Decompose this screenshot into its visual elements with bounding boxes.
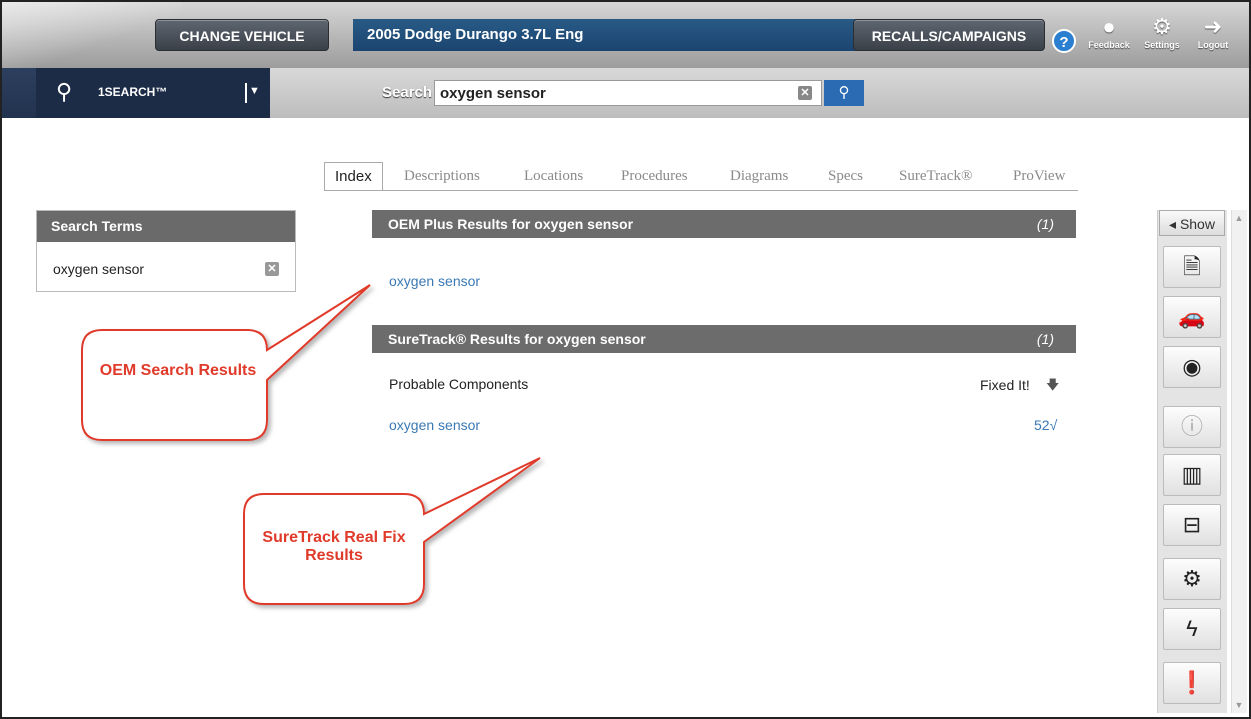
divider	[245, 83, 247, 103]
suretrack-result-link[interactable]: oxygen sensor	[389, 417, 480, 433]
search-terms-panel: Search Terms oxygen sensor ✕	[36, 210, 296, 292]
chat-bubble-icon: ●	[1102, 14, 1116, 39]
onesearch-selector[interactable]: ⚲ 1SEARCH™ ▼	[36, 68, 270, 118]
suretrack-results-title: SureTrack® Results for oxygen sensor	[388, 331, 646, 347]
help-button[interactable]: ?	[1052, 29, 1076, 53]
logout-icon: ➜	[1203, 14, 1223, 39]
tab-locations[interactable]: Locations	[524, 162, 583, 190]
search-term-item: oxygen sensor	[53, 261, 145, 277]
settings-label: Settings	[1144, 40, 1180, 50]
tab-underline	[324, 190, 1078, 191]
search-terms-title: Search Terms	[37, 211, 295, 242]
chevron-left-icon: ◂	[1169, 216, 1177, 232]
probable-components-label: Probable Components	[389, 376, 529, 392]
current-vehicle: 2005 Dodge Durango 3.7L Eng	[353, 19, 868, 51]
search-label: Search	[382, 84, 433, 101]
connector-icon[interactable]: ⊟	[1163, 504, 1221, 546]
magnifier-icon: ⚲	[838, 84, 850, 101]
alert-doc-icon[interactable]: ❗	[1163, 662, 1221, 704]
show-toggle-button[interactable]: ◂ Show	[1159, 210, 1225, 236]
scroll-down-icon[interactable]: ▼	[1231, 697, 1247, 713]
oem-result-link[interactable]: oxygen sensor	[389, 273, 480, 289]
tab-diagrams[interactable]: Diagrams	[730, 162, 788, 190]
logout-label: Logout	[1197, 40, 1229, 50]
gauge-icon[interactable]: ◉	[1163, 346, 1221, 388]
search-input[interactable]	[440, 83, 780, 103]
oem-callout-text: OEM Search Results	[99, 362, 257, 379]
fixed-it-sort-label[interactable]: Fixed It!	[980, 377, 1030, 393]
chevron-down-icon[interactable]: ▼	[249, 85, 260, 97]
gear-icon: ⚙	[1152, 14, 1172, 39]
info-doc-icon[interactable]: 🗎	[1163, 246, 1221, 288]
logout-button[interactable]: ➜ Logout	[1190, 14, 1236, 50]
oem-results-title: OEM Plus Results for oxygen sensor	[388, 216, 634, 232]
suretrack-callout-text: SureTrack Real Fix Results	[262, 529, 406, 564]
fixed-it-count: 52√	[1034, 417, 1058, 433]
manual-book-icon[interactable]: ▥	[1163, 454, 1221, 496]
suretrack-results-header: SureTrack® Results for oxygen sensor (1)	[372, 325, 1076, 353]
show-label: Show	[1179, 216, 1215, 232]
arrow-down-icon[interactable]: 🡇	[1046, 376, 1059, 398]
app-window: CHANGE VEHICLE 2005 Dodge Durango 3.7L E…	[0, 0, 1251, 719]
recalls-campaigns-button[interactable]: RECALLS/CAMPAIGNS	[853, 19, 1045, 51]
suretrack-results-count: (1)	[1036, 331, 1054, 347]
clear-search-icon[interactable]: ✕	[798, 86, 812, 100]
tab-proview[interactable]: ProView	[1013, 162, 1065, 190]
tab-specs[interactable]: Specs	[828, 162, 863, 190]
oem-results-header: OEM Plus Results for oxygen sensor (1)	[372, 210, 1076, 238]
scrollbar[interactable]	[1231, 210, 1247, 713]
warning-icon[interactable]: ⓘ	[1163, 406, 1221, 448]
change-vehicle-button[interactable]: CHANGE VEHICLE	[155, 19, 329, 51]
search-submit-button[interactable]: ⚲	[824, 80, 864, 106]
onesearch-label: 1SEARCH™	[98, 85, 168, 99]
vehicle-component-icon[interactable]: 🚗	[1163, 296, 1221, 338]
wiring-location-icon[interactable]: ϟ	[1163, 608, 1221, 650]
feedback-button[interactable]: ● Feedback	[1086, 14, 1132, 50]
feedback-label: Feedback	[1088, 40, 1130, 50]
oem-results-count: (1)	[1036, 216, 1054, 232]
search-icon: ⚲	[56, 79, 73, 104]
remove-term-icon[interactable]: ✕	[265, 262, 279, 276]
tab-index[interactable]: Index	[324, 162, 383, 190]
scroll-up-icon[interactable]: ▲	[1231, 210, 1247, 226]
engine-icon[interactable]: ⚙	[1163, 558, 1221, 600]
settings-button[interactable]: ⚙ Settings	[1139, 14, 1185, 50]
tab-suretrack[interactable]: SureTrack®	[899, 162, 972, 190]
tab-procedures[interactable]: Procedures	[621, 162, 688, 190]
tab-descriptions[interactable]: Descriptions	[404, 162, 480, 190]
